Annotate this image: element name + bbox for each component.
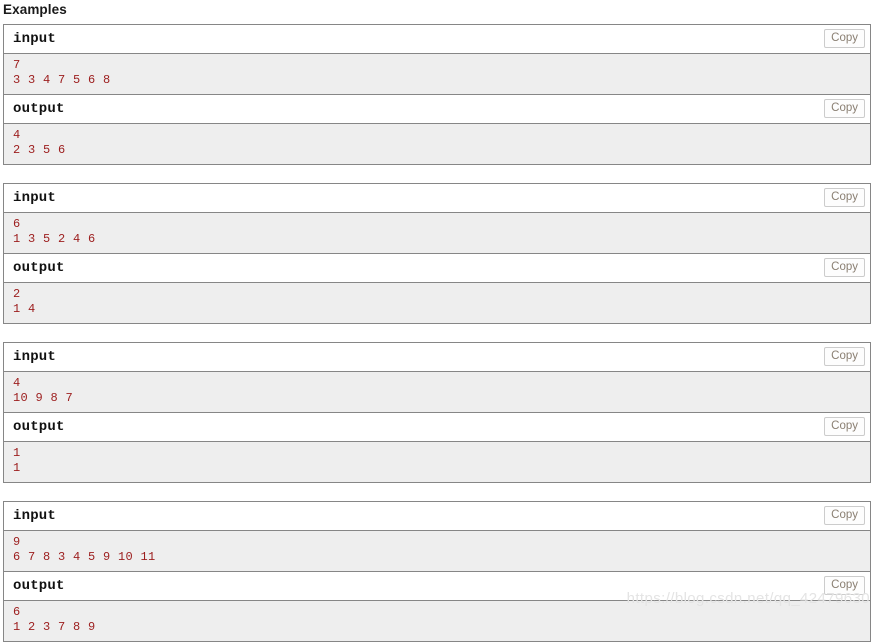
copy-input-button[interactable]: Copy <box>824 347 865 366</box>
input-content: 9 6 7 8 3 4 5 9 10 11 <box>4 530 870 572</box>
examples-page: Examples input Copy 7 3 3 4 7 5 6 8 outp… <box>0 0 882 642</box>
copy-output-button[interactable]: Copy <box>824 417 865 436</box>
io-line: 10 9 8 7 <box>13 391 74 405</box>
input-header: input Copy <box>4 25 870 53</box>
output-label: output <box>13 419 65 435</box>
input-label: input <box>13 190 57 206</box>
io-line: 9 <box>13 535 21 549</box>
io-line: 1 2 3 7 8 9 <box>13 620 96 634</box>
copy-output-button[interactable]: Copy <box>824 576 865 595</box>
io-line: 6 7 8 3 4 5 9 10 11 <box>13 550 156 564</box>
io-line: 1 3 5 2 4 6 <box>13 232 96 246</box>
output-header: output Copy <box>4 413 870 441</box>
io-line: 6 <box>13 605 21 619</box>
output-header: output Copy <box>4 95 870 123</box>
input-header: input Copy <box>4 184 870 212</box>
io-line: 1 <box>13 461 21 475</box>
example-group: input Copy 7 3 3 4 7 5 6 8 output Copy 4… <box>3 24 871 165</box>
io-line: 6 <box>13 217 21 231</box>
output-label: output <box>13 101 65 117</box>
copy-input-button[interactable]: Copy <box>824 29 865 48</box>
io-line: 7 <box>13 58 21 72</box>
output-header: output Copy <box>4 254 870 282</box>
output-content: 2 1 4 <box>4 282 870 323</box>
copy-output-button[interactable]: Copy <box>824 99 865 118</box>
copy-input-button[interactable]: Copy <box>824 188 865 207</box>
input-content: 6 1 3 5 2 4 6 <box>4 212 870 254</box>
copy-output-button[interactable]: Copy <box>824 258 865 277</box>
output-label: output <box>13 578 65 594</box>
examples-list: input Copy 7 3 3 4 7 5 6 8 output Copy 4… <box>0 24 872 642</box>
input-label: input <box>13 349 57 365</box>
example-group: input Copy 6 1 3 5 2 4 6 output Copy 2 1… <box>3 183 871 324</box>
example-group: input Copy 9 6 7 8 3 4 5 9 10 11 output … <box>3 501 871 642</box>
input-label: input <box>13 508 57 524</box>
io-line: 2 <box>13 287 21 301</box>
output-label: output <box>13 260 65 276</box>
input-label: input <box>13 31 57 47</box>
input-header: input Copy <box>4 502 870 530</box>
io-line: 1 4 <box>13 302 36 316</box>
output-content: 6 1 2 3 7 8 9 <box>4 600 870 641</box>
page-title: Examples <box>3 2 67 17</box>
io-line: 4 <box>13 128 21 142</box>
output-content: 4 2 3 5 6 <box>4 123 870 164</box>
io-line: 2 3 5 6 <box>13 143 66 157</box>
io-line: 4 <box>13 376 21 390</box>
io-line: 1 <box>13 446 21 460</box>
example-group: input Copy 4 10 9 8 7 output Copy 1 1 <box>3 342 871 483</box>
input-content: 4 10 9 8 7 <box>4 371 870 413</box>
output-header: output Copy <box>4 572 870 600</box>
io-line: 3 3 4 7 5 6 8 <box>13 73 111 87</box>
input-header: input Copy <box>4 343 870 371</box>
output-content: 1 1 <box>4 441 870 482</box>
copy-input-button[interactable]: Copy <box>824 506 865 525</box>
input-content: 7 3 3 4 7 5 6 8 <box>4 53 870 95</box>
